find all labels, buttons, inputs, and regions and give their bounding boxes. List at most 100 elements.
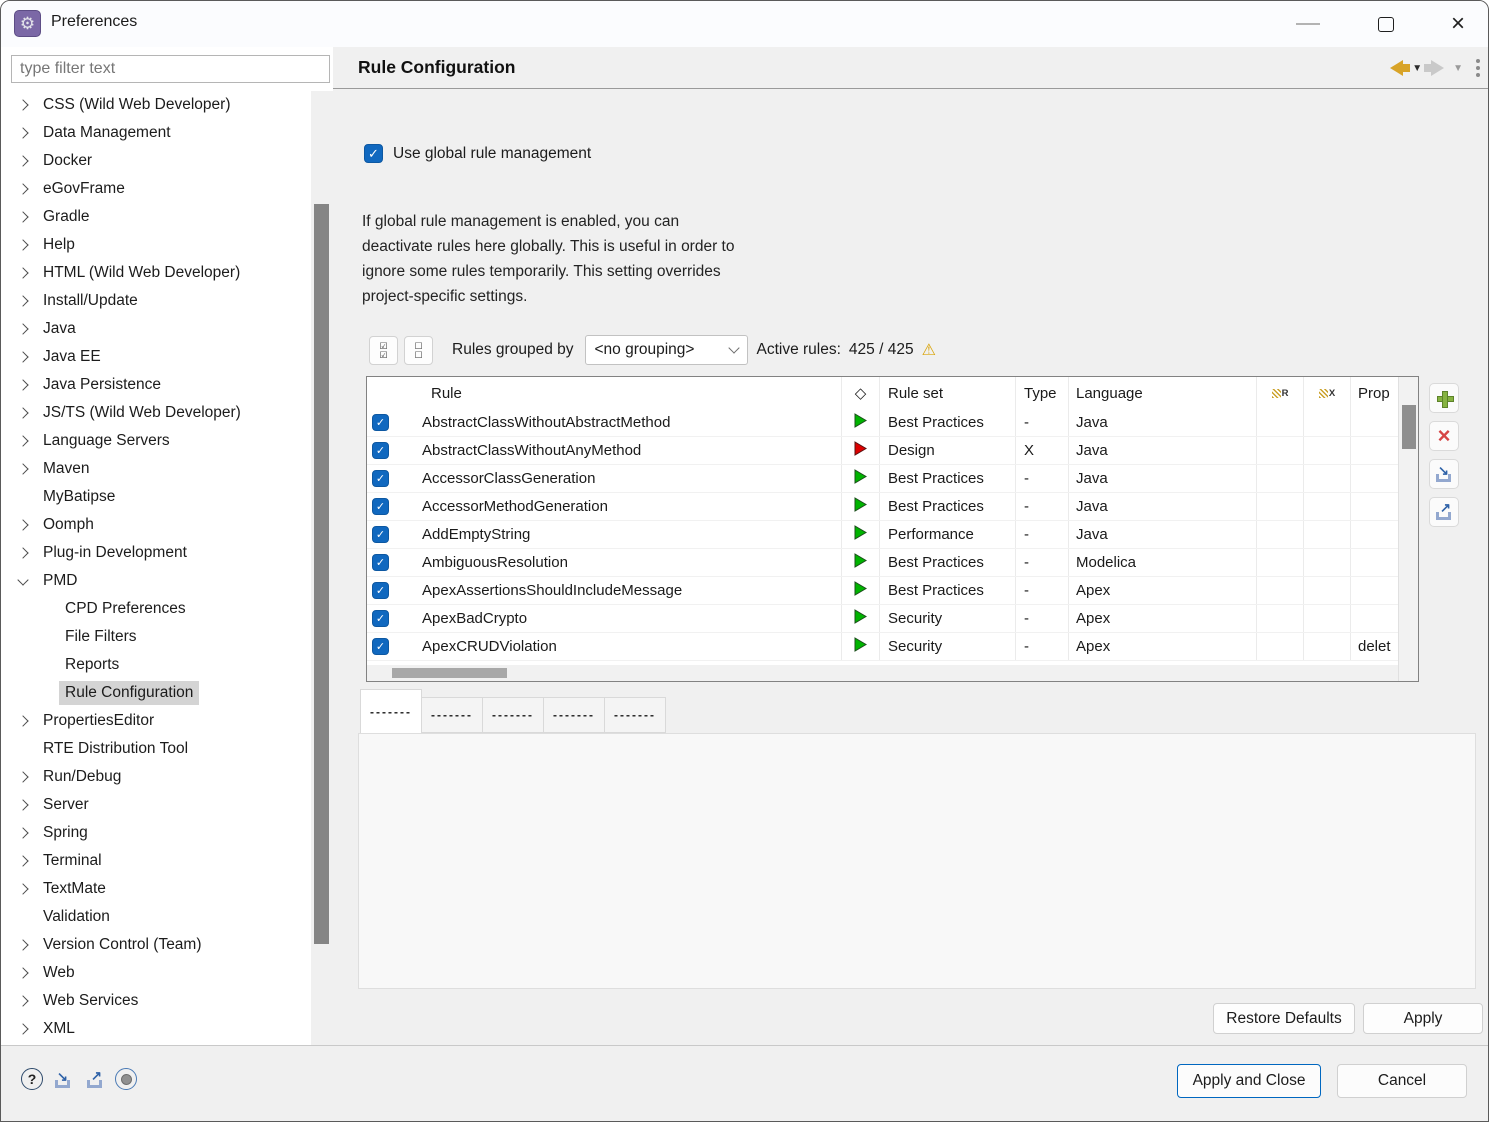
table-hscroll-thumb[interactable] [392,668,507,678]
table-row[interactable]: ApexBadCrypto Security - Apex [367,605,1398,633]
table-vscroll-thumb[interactable] [1402,405,1416,449]
deselect-all-rules-button[interactable]: ☐☐ [404,336,433,365]
chevron-icon[interactable] [17,155,28,166]
chevron-icon[interactable] [17,351,28,362]
grouping-dropdown[interactable]: <no grouping> [585,335,748,365]
back-arrow-icon[interactable] [1390,60,1403,76]
table-row[interactable]: ApexAssertionsShouldIncludeMessage Best … [367,577,1398,605]
sidebar-item[interactable]: Spring [1,819,311,847]
chevron-icon[interactable] [17,183,28,194]
column-rule-r-icon[interactable]: R [1257,377,1304,409]
column-priority[interactable]: ◇ [842,377,880,409]
chevron-icon[interactable] [17,519,28,530]
forward-history-dropdown-icon[interactable]: ▼ [1453,63,1463,74]
table-row[interactable]: ApexCRUDViolation Security - Apex delet [367,633,1398,661]
chevron-icon[interactable] [17,1023,28,1034]
forward-arrow-icon[interactable] [1431,60,1444,76]
sidebar-item[interactable]: Java [1,315,311,343]
apply-button[interactable]: Apply [1363,1003,1483,1034]
row-checkbox[interactable] [372,442,389,459]
table-row[interactable]: AbstractClassWithoutAbstractMethod Best … [367,409,1398,437]
sidebar-item[interactable]: Install/Update [1,287,311,315]
sidebar-item[interactable]: CPD Preferences [1,595,311,623]
export-preferences-button[interactable]: ↗ [85,1071,105,1089]
column-properties[interactable]: Prop [1351,377,1398,409]
preference-recorder-button[interactable] [115,1068,137,1090]
sidebar-item[interactable]: MyBatipse [1,483,311,511]
view-menu-icon[interactable] [1476,59,1480,77]
sidebar-item[interactable]: Oomph [1,511,311,539]
chevron-icon[interactable] [17,547,28,558]
detail-tab[interactable]: ------- [543,697,605,733]
add-rule-button[interactable] [1429,383,1459,413]
sidebar-item[interactable]: PMD [1,567,311,595]
sidebar-item[interactable]: Run/Debug [1,763,311,791]
chevron-icon[interactable] [17,883,28,894]
maximize-button[interactable] [1363,1,1409,47]
row-checkbox[interactable] [372,554,389,571]
table-row[interactable]: AccessorClassGeneration Best Practices -… [367,465,1398,493]
column-type[interactable]: Type [1016,377,1069,409]
chevron-icon[interactable] [17,574,28,585]
detail-tab[interactable]: ------- [360,689,422,733]
chevron-icon[interactable] [17,379,28,390]
sidebar-item[interactable]: Help [1,231,311,259]
chevron-icon[interactable] [17,435,28,446]
table-row[interactable]: AmbiguousResolution Best Practices - Mod… [367,549,1398,577]
row-checkbox[interactable] [372,414,389,431]
sidebar-item[interactable]: Language Servers [1,427,311,455]
sidebar-item[interactable]: Gradle [1,203,311,231]
chevron-icon[interactable] [17,323,28,334]
sidebar-scrollbar[interactable] [311,91,333,1045]
detail-tab[interactable]: ------- [604,697,666,733]
chevron-icon[interactable] [17,267,28,278]
chevron-icon[interactable] [17,239,28,250]
sidebar-item[interactable]: PropertiesEditor [1,707,311,735]
sidebar-item[interactable]: File Filters [1,623,311,651]
sidebar-item[interactable]: Docker [1,147,311,175]
row-checkbox[interactable] [372,526,389,543]
sidebar-item[interactable]: RTE Distribution Tool [1,735,311,763]
sidebar-item[interactable]: Java Persistence [1,371,311,399]
sidebar-item[interactable]: TextMate [1,875,311,903]
apply-and-close-button[interactable]: Apply and Close [1177,1064,1321,1098]
cancel-button[interactable]: Cancel [1337,1064,1467,1098]
sidebar-item[interactable]: XML [1,1015,311,1043]
row-checkbox[interactable] [372,638,389,655]
chevron-icon[interactable] [17,995,28,1006]
export-rules-button[interactable]: ↗ [1429,497,1459,527]
restore-defaults-button[interactable]: Restore Defaults [1213,1003,1355,1034]
column-language[interactable]: Language [1069,377,1257,409]
sidebar-item[interactable]: Rule Configuration [1,679,311,707]
column-ruleset[interactable]: Rule set [880,377,1016,409]
sidebar-item[interactable]: Plug-in Development [1,539,311,567]
table-vertical-scrollbar[interactable] [1398,377,1418,681]
use-global-rule-row[interactable]: Use global rule management [364,144,591,163]
chevron-icon[interactable] [17,127,28,138]
sidebar-item[interactable]: HTML (Wild Web Developer) [1,259,311,287]
detail-tab[interactable]: ------- [421,697,483,733]
row-checkbox[interactable] [372,470,389,487]
sidebar-item[interactable]: Terminal [1,847,311,875]
chevron-icon[interactable] [17,771,28,782]
row-checkbox[interactable] [372,498,389,515]
import-rules-button[interactable]: ↘ [1429,459,1459,489]
sidebar-item[interactable]: Web [1,959,311,987]
chevron-icon[interactable] [17,463,28,474]
chevron-icon[interactable] [17,939,28,950]
chevron-icon[interactable] [17,99,28,110]
back-history-dropdown-icon[interactable]: ▼ [1412,63,1422,74]
row-checkbox[interactable] [372,582,389,599]
sidebar-item[interactable]: JS/TS (Wild Web Developer) [1,399,311,427]
table-row[interactable]: AddEmptyString Performance - Java [367,521,1398,549]
sidebar-item[interactable]: Data Management [1,119,311,147]
sidebar-item[interactable]: Web Services [1,987,311,1015]
row-checkbox[interactable] [372,610,389,627]
chevron-icon[interactable] [17,407,28,418]
sidebar-item[interactable]: Validation [1,903,311,931]
chevron-icon[interactable] [17,827,28,838]
sidebar-item[interactable]: Java EE [1,343,311,371]
sidebar-item[interactable]: Server [1,791,311,819]
column-rule[interactable]: Rule [395,377,842,409]
chevron-icon[interactable] [17,715,28,726]
